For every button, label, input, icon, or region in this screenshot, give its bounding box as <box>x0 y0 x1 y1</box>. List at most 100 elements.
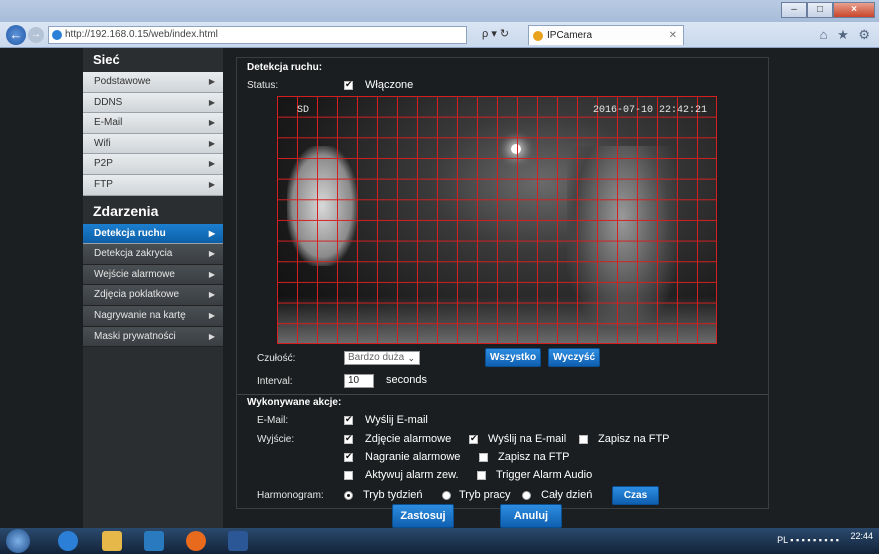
chevron-right-icon: ▶ <box>208 118 215 128</box>
email-label: E-Mail: <box>257 415 289 426</box>
snapshot-checkbox[interactable] <box>344 433 353 444</box>
recording-checkbox[interactable] <box>344 451 353 462</box>
actions-section-title: Wykonywane akcje: <box>247 397 342 408</box>
cancel-button[interactable]: Anuluj <box>500 504 562 528</box>
sidebar-item-ftp[interactable]: FTP ▶ <box>83 174 223 196</box>
browser-toolbar: ← → http://192.168.0.15/web/index.html ρ… <box>0 22 879 48</box>
week-mode-radio[interactable] <box>344 491 353 500</box>
sidebar-item-wifi[interactable]: Wifi ▶ <box>83 133 223 155</box>
maximize-button[interactable]: □ <box>807 2 833 18</box>
snapshot-label: Zdjęcie alarmowe <box>365 433 452 445</box>
window-titlebar: – □ × <box>0 0 879 22</box>
chevron-right-icon: ▶ <box>208 97 215 107</box>
save-ftp-recording-checkbox[interactable] <box>479 453 488 462</box>
interval-label: Interval: <box>257 376 293 387</box>
output-label: Wyjście: <box>257 434 295 445</box>
sidebar: Sieć Podstawowe ▶ DDNS ▶ E-Mail ▶ Wifi ▶ P2P… <box>83 48 223 528</box>
email-send-label: Wyślij E-mail <box>365 414 428 426</box>
work-mode-radio[interactable] <box>442 491 451 500</box>
motion-detection-panel: Detekcja ruchu: Status: Włączone SD 2016… <box>236 57 769 509</box>
chevron-right-icon: ▶ <box>208 290 215 300</box>
motion-section-title: Detekcja ruchu: <box>247 62 323 73</box>
sidebar-item-basic[interactable]: Podstawowe ▶ <box>83 72 223 93</box>
sidebar-section-events: Zdarzenia <box>83 195 223 224</box>
minimize-button[interactable]: – <box>781 2 807 18</box>
all-day-label: Cały dzień <box>541 489 593 501</box>
activate-alarm-label: Aktywuj alarm zew. <box>365 469 459 481</box>
sidebar-item-ddns[interactable]: DDNS ▶ <box>83 92 223 114</box>
sidebar-item-tamper-detection[interactable]: Detekcja zakrycia ▶ <box>83 244 223 265</box>
chevron-right-icon: ▶ <box>208 331 215 341</box>
sidebar-section-network: Sieć <box>83 48 223 72</box>
ie-icon[interactable] <box>58 531 78 551</box>
chevron-right-icon: ▶ <box>208 310 215 320</box>
status-label: Status: <box>247 80 279 91</box>
osd-datetime: 2016-07-10 22:42:21 <box>593 105 708 116</box>
address-bar[interactable]: http://192.168.0.15/web/index.html <box>48 26 467 44</box>
chevron-right-icon: ▶ <box>208 138 215 148</box>
time-button[interactable]: Czas <box>612 486 659 505</box>
save-ftp-snapshot-checkbox[interactable] <box>579 435 588 444</box>
chevron-right-icon: ▶ <box>208 269 215 279</box>
motion-grid[interactable] <box>277 96 717 344</box>
taskbar: PL ▪ ▪ ▪ ▪ ▪ ▪ ▪ ▪ ▪ 22:44 <box>0 528 879 554</box>
schedule-label: Harmonogram: <box>257 490 324 501</box>
status-value: Włączone <box>365 79 414 91</box>
sidebar-item-alarm-input[interactable]: Wejście alarmowe ▶ <box>83 264 223 286</box>
sensitivity-select[interactable]: Bardzo duża ⌄ <box>344 351 420 365</box>
activate-alarm-checkbox[interactable] <box>344 471 353 480</box>
interval-input[interactable]: 10 <box>344 374 374 388</box>
select-all-button[interactable]: Wszystko <box>485 348 541 367</box>
chevron-right-icon: ▶ <box>208 249 215 259</box>
tab-title: IPCamera <box>547 30 593 41</box>
sidebar-item-timelapse[interactable]: Zdjęcia poklatkowe ▶ <box>83 285 223 306</box>
back-icon[interactable]: ← <box>6 25 26 45</box>
send-email-checkbox[interactable] <box>469 433 478 444</box>
trigger-audio-label: Trigger Alarm Audio <box>496 469 593 481</box>
week-mode-label: Tryb tydzień <box>363 489 423 501</box>
email-send-checkbox[interactable] <box>344 414 353 425</box>
start-icon[interactable] <box>6 529 30 553</box>
recording-label: Nagranie alarmowe <box>365 451 461 463</box>
osd-channel: SD <box>297 105 310 116</box>
trigger-audio-checkbox[interactable] <box>477 471 486 480</box>
status-checkbox[interactable] <box>344 79 353 90</box>
search-refresh-icons[interactable]: ρ ▾ ↻ <box>482 27 509 40</box>
word-icon[interactable] <box>228 531 248 551</box>
system-tray[interactable]: PL ▪ ▪ ▪ ▪ ▪ ▪ ▪ ▪ ▪ <box>777 535 839 545</box>
page-body: Sieć Podstawowe ▶ DDNS ▶ E-Mail ▶ Wifi ▶ P2P… <box>0 48 879 528</box>
firefox-icon[interactable] <box>186 531 206 551</box>
folder-icon[interactable] <box>102 531 122 551</box>
sidebar-item-p2p[interactable]: P2P ▶ <box>83 154 223 175</box>
tab-close-icon[interactable]: ✕ <box>669 26 677 45</box>
all-day-radio[interactable] <box>522 491 531 500</box>
home-favorites-settings-icons[interactable]: ⌂ ★ ⚙ <box>820 27 873 43</box>
save-ftp-recording-label: Zapisz na FTP <box>498 451 570 463</box>
site-icon <box>52 30 62 40</box>
sidebar-item-sd-recording[interactable]: Nagrywanie na kartę ▶ <box>83 305 223 327</box>
chevron-right-icon: ▶ <box>208 179 215 189</box>
chevron-right-icon: ▶ <box>208 77 215 86</box>
interval-unit: seconds <box>386 374 427 386</box>
chevron-right-icon: ▶ <box>208 159 215 169</box>
apply-button[interactable]: Zastosuj <box>392 504 454 528</box>
address-text: http://192.168.0.15/web/index.html <box>65 29 218 40</box>
close-button[interactable]: × <box>833 2 875 18</box>
language-indicator: PL <box>777 535 788 545</box>
chevron-right-icon: ▶ <box>208 228 215 238</box>
clear-button[interactable]: Wyczyść <box>548 348 600 367</box>
chevron-down-icon: ⌄ <box>407 353 415 363</box>
work-mode-label: Tryb pracy <box>459 489 511 501</box>
camera-preview[interactable]: SD 2016-07-10 22:42:21 <box>277 96 717 344</box>
browser-tab[interactable]: IPCamera ✕ <box>528 25 684 45</box>
sidebar-item-privacy-masks[interactable]: Maski prywatności ▶ <box>83 326 223 348</box>
save-ftp-snapshot-label: Zapisz na FTP <box>598 433 670 445</box>
send-email-label: Wyślij na E-mail <box>488 433 567 445</box>
forward-icon[interactable]: → <box>28 27 44 43</box>
sensitivity-label: Czułość: <box>257 353 296 364</box>
section-divider <box>237 394 768 395</box>
media-player-icon[interactable] <box>144 531 164 551</box>
clock: 22:44 <box>850 531 873 541</box>
sidebar-item-motion-detection[interactable]: Detekcja ruchu ▶ <box>83 223 223 245</box>
sidebar-item-email[interactable]: E-Mail ▶ <box>83 113 223 134</box>
